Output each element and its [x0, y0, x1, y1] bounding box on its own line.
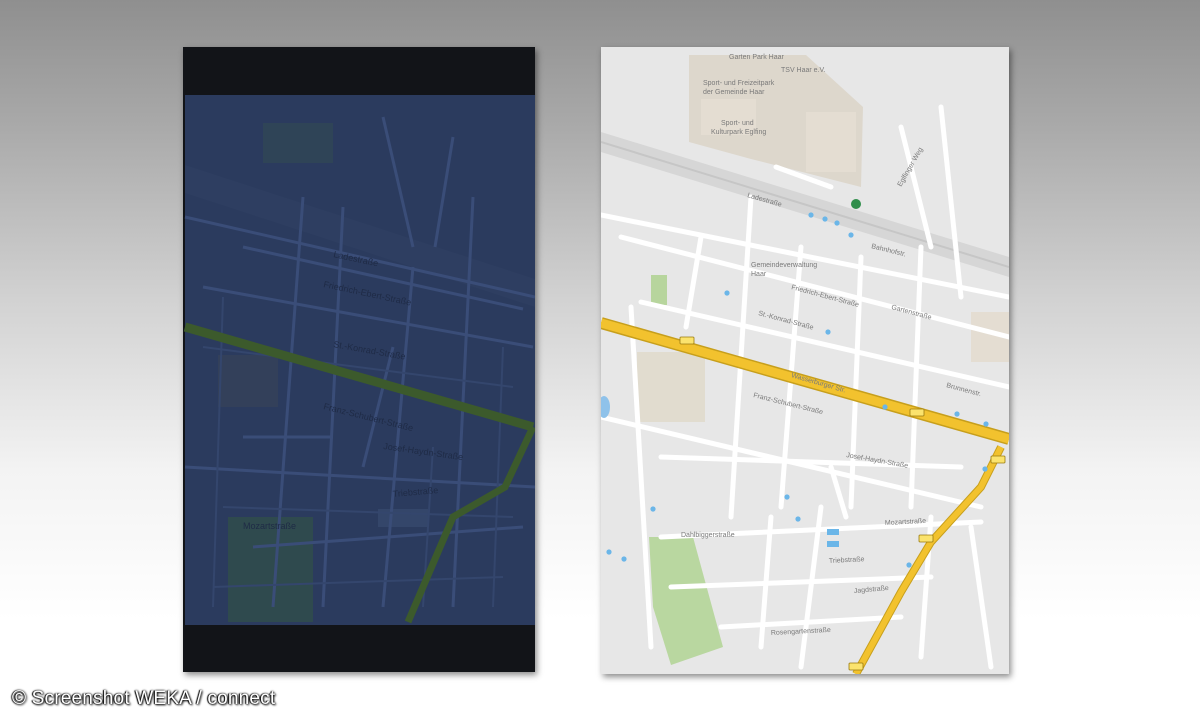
- night-park-block: [263, 123, 333, 163]
- small-park: [651, 275, 667, 305]
- night-map-screen: Ladestraße Friedrich-Ebert-Straße St.-Ko…: [183, 47, 535, 672]
- day-map-canvas: Garten Park Haar TSV Haar e.V. Sport- un…: [601, 47, 1009, 674]
- svg-text:der Gemeinde Haar: der Gemeinde Haar: [703, 89, 765, 96]
- svg-text:Sport- und Freizeitpark: Sport- und Freizeitpark: [703, 80, 775, 87]
- copyright-credit: © Screenshot WEKA / connect: [12, 688, 276, 709]
- night-park-block: [228, 517, 313, 622]
- night-map-canvas: Ladestraße Friedrich-Ebert-Straße St.-Ko…: [183, 47, 535, 672]
- school-area: [637, 352, 705, 422]
- svg-text:Haar: Haar: [751, 271, 767, 278]
- svg-text:Garten Park Haar: Garten Park Haar: [729, 54, 785, 61]
- day-map-screen: Garten Park Haar TSV Haar e.V. Sport- un…: [601, 47, 1009, 674]
- train-station-icon: [851, 199, 861, 209]
- svg-text:TSV Haar e.V.: TSV Haar e.V.: [781, 67, 826, 74]
- svg-text:Gemeindeverwaltung: Gemeindeverwaltung: [751, 262, 817, 269]
- svg-text:Sport- und: Sport- und: [721, 120, 754, 127]
- svg-text:Dahlbiggerstraße: Dahlbiggerstraße: [681, 532, 735, 539]
- svg-text:Kulturpark Eglfing: Kulturpark Eglfing: [711, 129, 766, 136]
- svg-text:Mozartstraße: Mozartstraße: [243, 521, 296, 531]
